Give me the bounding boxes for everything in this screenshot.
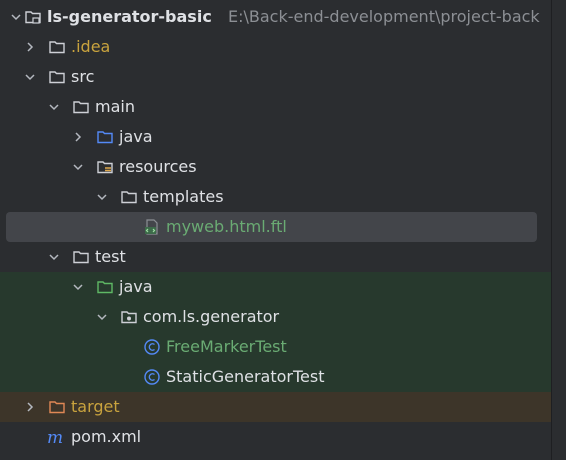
chevron-right-icon[interactable] — [70, 122, 86, 152]
folder-label: main — [95, 97, 135, 116]
tree-row-class-staticgeneratortest[interactable]: StaticGeneratorTest — [0, 362, 552, 392]
folder-label: java — [119, 277, 153, 296]
chevron-right-icon[interactable] — [22, 392, 38, 422]
tree-row-src[interactable]: src — [0, 62, 552, 92]
chevron-down-icon[interactable] — [46, 242, 62, 272]
tree-row-test[interactable]: test — [0, 242, 552, 272]
chevron-down-icon[interactable] — [94, 182, 110, 212]
vertical-scrollbar[interactable] — [551, 0, 566, 460]
project-name: ls-generator-basic — [47, 7, 212, 26]
class-icon — [143, 338, 161, 356]
chevron-down-icon[interactable] — [8, 2, 24, 32]
tree-row-resources[interactable]: resources — [0, 152, 552, 182]
folder-icon — [48, 68, 66, 86]
class-icon — [143, 368, 161, 386]
tree-row-main[interactable]: main — [0, 92, 552, 122]
module-folder-icon — [24, 8, 42, 26]
test-root-icon — [96, 278, 114, 296]
tree-row-main-java[interactable]: java — [0, 122, 552, 152]
chevron-down-icon[interactable] — [70, 152, 86, 182]
folder-label: .idea — [71, 37, 111, 56]
resources-root-icon — [96, 158, 114, 176]
file-label: myweb.html.ftl — [166, 217, 287, 236]
folder-label: src — [71, 67, 95, 86]
tree-row-pom[interactable]: m pom.xml — [0, 422, 552, 452]
svg-text:m: m — [47, 428, 63, 446]
tree-row-package[interactable]: com.ls.generator — [0, 302, 552, 332]
tree-row-templates[interactable]: templates — [0, 182, 552, 212]
tree-row-target[interactable]: target — [0, 392, 552, 422]
folder-icon — [72, 248, 90, 266]
folder-label: templates — [143, 187, 224, 206]
excluded-folder-icon — [48, 398, 66, 416]
chevron-right-icon[interactable] — [22, 32, 38, 62]
tree-row-test-java[interactable]: java — [0, 272, 552, 302]
package-icon — [120, 308, 138, 326]
tree-row-idea[interactable]: .idea — [0, 32, 552, 62]
file-label: pom.xml — [71, 427, 142, 446]
folder-label: target — [71, 397, 120, 416]
class-label: StaticGeneratorTest — [166, 367, 325, 386]
freemarker-file-icon — [143, 218, 161, 236]
chevron-down-icon[interactable] — [70, 272, 86, 302]
tree-row-class-freemarkertest[interactable]: FreeMarkerTest — [0, 332, 552, 362]
folder-label: resources — [119, 157, 197, 176]
class-label: FreeMarkerTest — [166, 337, 287, 356]
folder-label: test — [95, 247, 126, 266]
folder-icon — [72, 98, 90, 116]
folder-label: java — [119, 127, 153, 146]
tree-row-ftl-file[interactable]: myweb.html.ftl — [6, 212, 537, 242]
package-label: com.ls.generator — [143, 307, 280, 326]
chevron-down-icon[interactable] — [46, 92, 62, 122]
folder-icon — [120, 188, 138, 206]
maven-icon: m — [47, 428, 65, 446]
source-root-icon — [96, 128, 114, 146]
chevron-down-icon[interactable] — [94, 302, 110, 332]
project-tree: ls-generator-basic E:\Back-end-developme… — [0, 0, 566, 460]
folder-icon — [48, 38, 66, 56]
chevron-down-icon[interactable] — [22, 62, 38, 92]
tree-row-project[interactable]: ls-generator-basic E:\Back-end-developme… — [0, 2, 552, 32]
project-path: E:\Back-end-development\project-back — [228, 7, 540, 26]
